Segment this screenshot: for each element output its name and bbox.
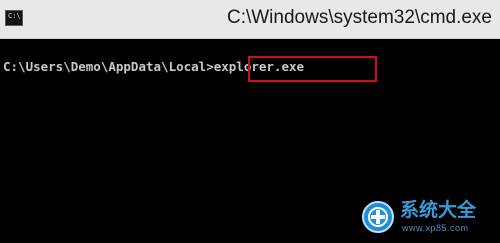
cmd-icon[interactable]: C:\ bbox=[5, 10, 23, 26]
prompt-text: C:\Users\Demo\AppData\Local> bbox=[3, 59, 214, 74]
title-bar[interactable]: C:\ C:\Windows\system32\cmd.exe bbox=[0, 0, 500, 39]
watermark: 系统大全 www.xp85.com bbox=[362, 197, 494, 239]
cmd-window: C:\ C:\Windows\system32\cmd.exe C:\Users… bbox=[0, 0, 500, 243]
window-title: C:\Windows\system32\cmd.exe bbox=[226, 7, 492, 28]
watermark-url: www.xp85.com bbox=[402, 223, 469, 233]
command-highlight-box bbox=[248, 56, 377, 82]
globe-logo-icon bbox=[362, 201, 394, 233]
watermark-title: 系统大全 bbox=[400, 199, 477, 221]
cmd-icon-glyph: C:\ bbox=[8, 12, 21, 20]
console-area[interactable]: C:\Users\Demo\AppData\Local>explorer.exe… bbox=[0, 39, 500, 243]
